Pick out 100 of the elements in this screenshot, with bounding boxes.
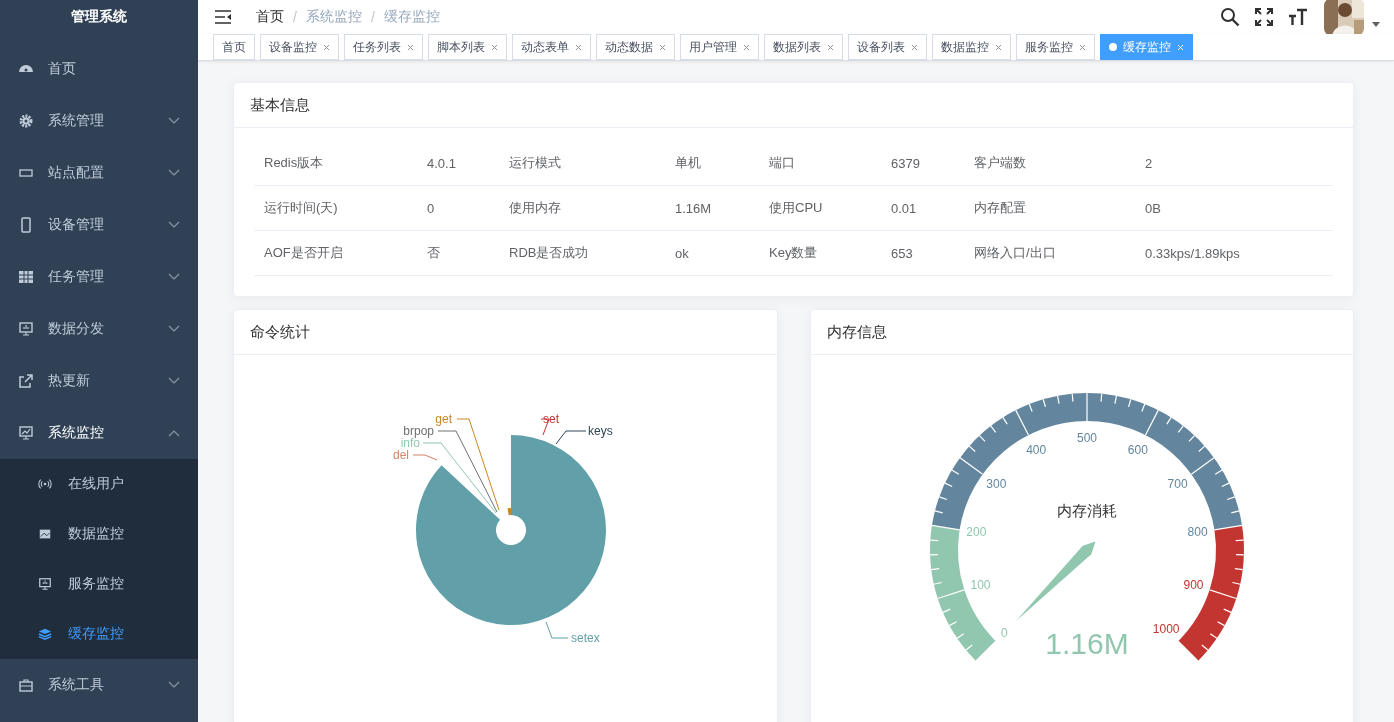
tab[interactable]: 动态数据 xyxy=(596,34,675,60)
sidebar-item[interactable]: 热更新 xyxy=(0,355,198,407)
table-cell-text: 使用CPU xyxy=(768,199,824,217)
gauge-axis-label: 600 xyxy=(1127,443,1148,458)
table-cell-text: 653 xyxy=(890,245,914,261)
toolbox-icon xyxy=(18,677,34,693)
pie-label: del xyxy=(393,448,409,462)
table-cell-text: 0.01 xyxy=(890,200,918,216)
table-cell-text: 使用内存 xyxy=(508,199,562,217)
pie-label: set xyxy=(543,412,559,426)
card-title: 命令统计 xyxy=(250,322,310,342)
active-dot-icon xyxy=(1109,43,1117,51)
table-cell-text: 运行时间(天) xyxy=(263,199,339,217)
close-icon[interactable] xyxy=(491,43,498,51)
table-cell-text: 端口 xyxy=(768,154,796,172)
table-cell-text: Key数量 xyxy=(768,244,819,262)
close-icon[interactable] xyxy=(827,43,834,51)
table-cell-text: 0.33kps/1.89kps xyxy=(1144,245,1241,261)
sidebar-subitem[interactable]: 缓存监控 xyxy=(0,609,198,659)
sidebar-subitem[interactable]: 在线用户 xyxy=(0,459,198,509)
table-cell-text: 0 xyxy=(426,200,436,216)
sidebar-item[interactable]: 任务管理 xyxy=(0,251,198,303)
table-cell-text: AOF是否开启 xyxy=(263,244,344,262)
table-cell-text: 运行模式 xyxy=(508,154,562,172)
table-cell-text: 网络入口/出口 xyxy=(973,244,1057,262)
gauge-value: 1.16M xyxy=(1044,627,1129,660)
app-title: 管理系统 xyxy=(70,7,128,26)
tab[interactable]: 任务列表 xyxy=(344,34,423,60)
tab[interactable]: 数据监控 xyxy=(932,34,1011,60)
gear-icon xyxy=(18,113,34,129)
pie-label: keys xyxy=(588,424,613,438)
leader-line xyxy=(545,621,569,639)
table-cell-text: 0B xyxy=(1144,200,1162,216)
gauge-axis-label: 800 xyxy=(1187,525,1208,540)
table-cell-text: Redis版本 xyxy=(263,154,325,172)
close-icon[interactable] xyxy=(323,43,330,51)
close-icon[interactable] xyxy=(407,43,414,51)
gauge-title: 内存消耗 xyxy=(1056,502,1117,519)
fullscreen-icon[interactable] xyxy=(1254,7,1274,27)
breadcrumb-item[interactable]: 首页 xyxy=(256,8,284,26)
gauge-axis-label: 300 xyxy=(985,477,1006,492)
caret-icon[interactable] xyxy=(1372,21,1380,27)
gauge-axis-label: 400 xyxy=(1025,443,1046,458)
tab[interactable]: 动态表单 xyxy=(512,34,591,60)
pie-label: brpop xyxy=(403,424,434,438)
breadcrumb-item: 缓存监控 xyxy=(383,8,440,26)
tab[interactable]: 数据列表 xyxy=(764,34,843,60)
sidebar-item[interactable]: 站点配置 xyxy=(0,147,198,199)
close-icon[interactable] xyxy=(1079,43,1086,51)
sidebar-item[interactable]: 系统工具 xyxy=(0,659,198,711)
table-cell-text: 单机 xyxy=(674,154,702,172)
tab[interactable]: 脚本列表 xyxy=(428,34,507,60)
sidebar-item[interactable]: 首页 xyxy=(0,43,198,95)
sidebar-item[interactable]: 系统管理 xyxy=(0,95,198,147)
tab[interactable]: 服务监控 xyxy=(1016,34,1095,60)
pie-label: info xyxy=(400,436,420,450)
leader-line xyxy=(555,430,587,445)
menu-icon[interactable] xyxy=(214,9,232,25)
breadcrumb-separator: / xyxy=(293,9,297,25)
table-cell-text: RDB是否成功 xyxy=(508,244,590,262)
tab[interactable]: 用户管理 xyxy=(680,34,759,60)
image-icon xyxy=(38,527,52,541)
pie-label: setex xyxy=(571,631,600,645)
sidebar-subitem[interactable]: 数据监控 xyxy=(0,509,198,559)
table-cell-text: 1.16M xyxy=(674,200,713,216)
table-cell-text: 内存配置 xyxy=(973,199,1027,217)
card-title: 基本信息 xyxy=(250,95,310,115)
layers-icon xyxy=(38,627,52,641)
monitor-icon xyxy=(38,577,52,591)
table-cell-text: 否 xyxy=(426,244,441,262)
gauge-axis-label: 0 xyxy=(1000,625,1008,640)
chart-monitor-icon xyxy=(18,425,34,441)
gauge-axis-label: 100 xyxy=(969,577,990,592)
sidebar-subitem[interactable]: 服务监控 xyxy=(0,559,198,609)
close-icon[interactable] xyxy=(659,43,666,51)
text-size-icon[interactable] xyxy=(1288,7,1308,27)
sidebar-item[interactable]: 数据分发 xyxy=(0,303,198,355)
pie-label: get xyxy=(435,412,452,426)
sidebar-item[interactable]: 系统监控 xyxy=(0,407,198,459)
close-icon[interactable] xyxy=(743,43,750,51)
phone-icon xyxy=(18,217,34,233)
card-title: 内存信息 xyxy=(826,322,887,342)
close-icon[interactable] xyxy=(995,43,1002,51)
close-icon[interactable] xyxy=(575,43,582,51)
gauge-axis-label: 500 xyxy=(1076,431,1097,445)
table-cell-text: 2 xyxy=(1144,155,1154,171)
breadcrumb-separator: / xyxy=(370,9,375,25)
table-cell-text: 6379 xyxy=(890,155,921,171)
sidebar-item[interactable]: 设备管理 xyxy=(0,199,198,251)
table-cell-text: 客户端数 xyxy=(973,154,1027,172)
external-link-icon xyxy=(18,373,34,389)
tab[interactable]: 设备监控 xyxy=(260,34,339,60)
tab[interactable]: 设备列表 xyxy=(848,34,927,60)
close-icon[interactable] xyxy=(911,43,918,51)
grid-icon xyxy=(18,269,34,285)
table-cell-text: 4.0.1 xyxy=(426,155,457,171)
gauge-axis-label: 700 xyxy=(1167,477,1188,492)
table-cell-text: ok xyxy=(674,245,690,261)
search-icon[interactable] xyxy=(1220,7,1240,27)
tab[interactable]: 首页 xyxy=(213,34,255,60)
